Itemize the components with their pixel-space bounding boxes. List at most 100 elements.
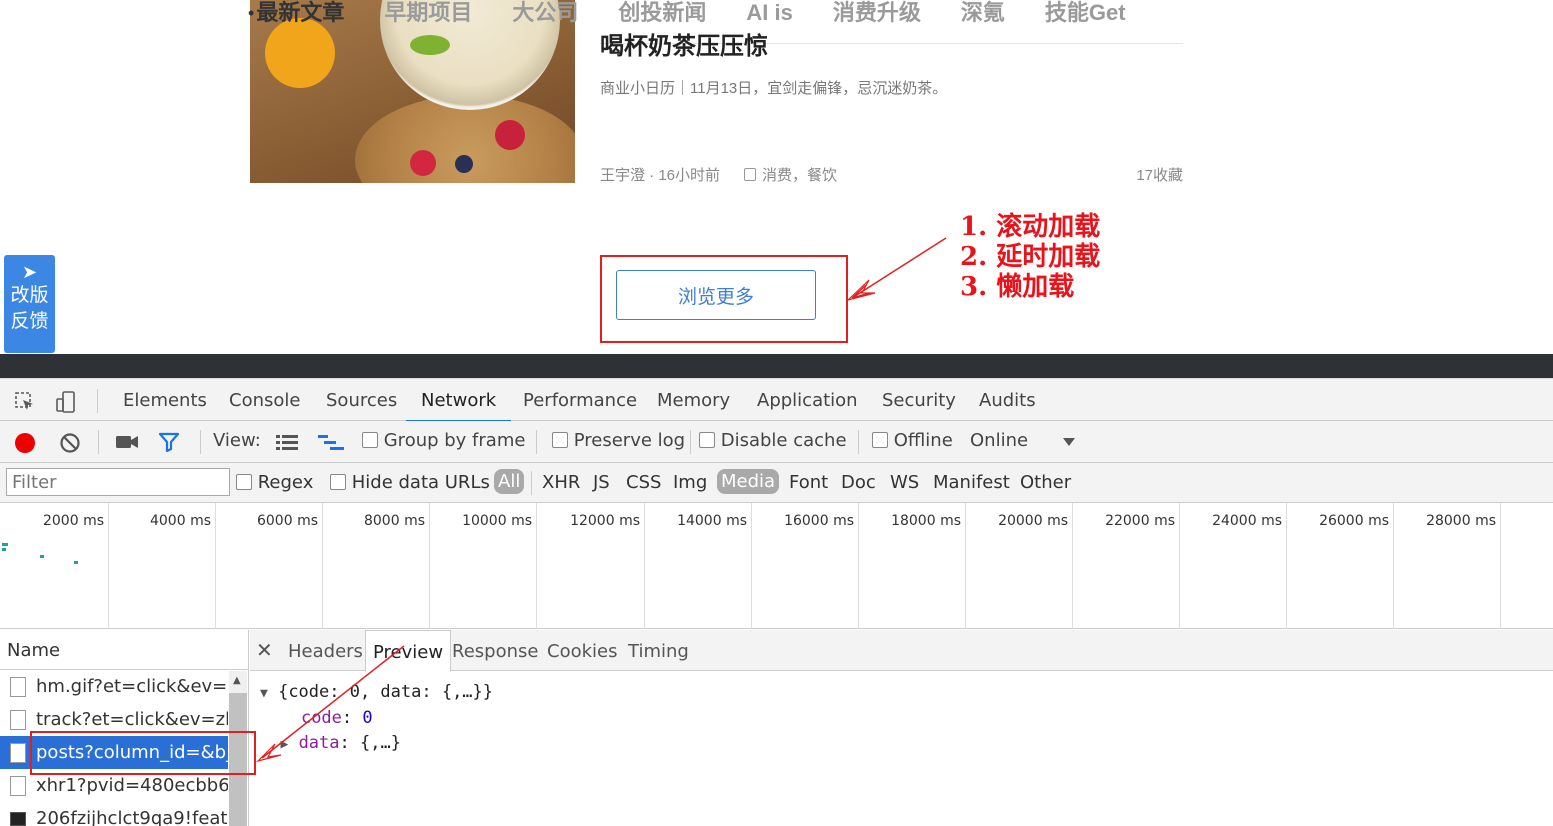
nav-item[interactable]: 技能Get <box>1045 0 1126 26</box>
tag-icon <box>744 168 757 181</box>
timeline-gridline <box>215 503 216 629</box>
device-toolbar-icon[interactable] <box>55 391 77 413</box>
filter-input[interactable] <box>6 468 230 496</box>
request-row[interactable]: hm.gif?et=click&ev=zh <box>0 670 228 703</box>
tab-response[interactable]: Response <box>445 630 545 671</box>
expand-triangle-icon[interactable]: ▼ <box>260 686 268 701</box>
filter-type-ws[interactable]: WS <box>890 472 919 493</box>
web-page: • 最新文章 早期项目 大公司 创投新闻 AI is 消费升级 深氪 技能Get… <box>0 0 1553 354</box>
tab-elements[interactable]: Elements <box>108 379 222 422</box>
nav-item[interactable]: 最新文章 <box>256 0 344 26</box>
timeline-tick-label: 26000 ms <box>1319 513 1389 529</box>
article-summary: 商业小日历｜11月13日，宜剑走偏锋，忌沉迷奶茶。 <box>600 80 948 97</box>
nav-item[interactable]: 早期项目 <box>384 0 472 26</box>
request-bar <box>2 548 6 551</box>
capture-screenshots-icon[interactable] <box>115 434 139 450</box>
tab-cookies[interactable]: Cookies <box>540 630 624 671</box>
nav-item[interactable]: 深氪 <box>961 0 1005 26</box>
filter-type-font[interactable]: Font <box>789 472 828 493</box>
tab-application[interactable]: Application <box>742 379 873 422</box>
tab-security[interactable]: Security <box>867 379 971 422</box>
filter-type-other[interactable]: Other <box>1020 472 1071 493</box>
filter-type-manifest[interactable]: Manifest <box>933 472 1010 493</box>
waterfall-view-icon[interactable] <box>318 434 344 450</box>
filter-type-css[interactable]: CSS <box>626 472 661 493</box>
tab-preview[interactable]: Preview <box>365 630 452 672</box>
json-root[interactable]: {code: 0, data: {,…}} <box>278 682 493 702</box>
article-thumbnail[interactable] <box>250 0 575 183</box>
timeline-gridline <box>644 503 645 629</box>
annotation-line: 2. 延时加载 <box>960 242 1101 272</box>
preserve-log-option[interactable]: Preserve log <box>552 430 685 451</box>
group-by-frame-option[interactable]: Group by frame <box>362 430 525 451</box>
kiwi-shape <box>410 35 450 55</box>
offline-checkbox[interactable] <box>872 432 888 448</box>
nav-bullet-icon: • <box>248 2 255 23</box>
collapse-triangle-icon[interactable]: ▶ <box>280 737 288 752</box>
divider <box>690 430 691 454</box>
filter-type-xhr[interactable]: XHR <box>542 472 580 493</box>
offline-option[interactable]: Offline <box>872 430 953 451</box>
tab-network[interactable]: Network <box>406 379 512 422</box>
tab-memory[interactable]: Memory <box>642 379 745 422</box>
json-value[interactable]: {,…} <box>360 733 401 753</box>
tab-performance[interactable]: Performance <box>508 379 652 422</box>
inspect-element-icon[interactable] <box>14 391 36 413</box>
preserve-log-checkbox[interactable] <box>552 432 568 448</box>
request-row[interactable]: 206fzijhclct9qa9!feature <box>0 802 228 826</box>
network-overview-timeline[interactable]: 2000 ms 4000 ms 6000 ms 8000 ms 10000 ms 1200… <box>0 503 1553 629</box>
article-title[interactable]: 喝杯奶茶压压惊 <box>600 30 768 64</box>
request-detail-panel: ✕ Headers Preview Response Cookies Timin… <box>250 630 1553 826</box>
article-favorites: 17收藏 <box>1136 167 1183 184</box>
annotation-box-request <box>30 731 256 775</box>
filter-icon[interactable] <box>158 432 180 452</box>
hide-data-urls-checkbox[interactable] <box>330 474 346 490</box>
feedback-button[interactable]: ➤ 改版 反馈 <box>4 255 55 353</box>
preserve-log-label: Preserve log <box>573 430 686 451</box>
group-by-frame-checkbox[interactable] <box>362 432 378 448</box>
article-tags[interactable]: 消费，餐饮 <box>762 167 837 184</box>
paper-plane-icon: ➤ <box>21 262 38 282</box>
filter-type-js[interactable]: JS <box>593 472 610 493</box>
blueberry-shape <box>455 155 473 173</box>
chevron-down-icon[interactable] <box>1062 437 1076 447</box>
tab-audits[interactable]: Audits <box>964 379 1051 422</box>
tab-timing[interactable]: Timing <box>621 630 696 671</box>
nav-item[interactable]: 大公司 <box>512 0 578 26</box>
tab-console[interactable]: Console <box>214 379 315 422</box>
annotation-line: 3. 懒加载 <box>960 272 1075 302</box>
close-icon[interactable]: ✕ <box>256 638 273 662</box>
list-view-icon[interactable] <box>276 434 298 450</box>
filter-type-img[interactable]: Img <box>673 472 707 493</box>
timeline-gridline <box>1393 503 1394 629</box>
browse-more-button[interactable]: 浏览更多 <box>616 270 816 320</box>
divider <box>536 430 537 454</box>
berry-shape <box>495 120 525 150</box>
divider <box>858 430 859 454</box>
throttling-select[interactable]: Online <box>970 430 1028 451</box>
name-column-header[interactable]: Name <box>0 630 248 670</box>
nav-item[interactable]: 创投新闻 <box>618 0 706 26</box>
record-button[interactable] <box>15 433 35 453</box>
devtools-resize-bar[interactable] <box>0 354 1553 378</box>
hide-data-urls-label: Hide data URLs <box>351 472 490 493</box>
clear-icon[interactable] <box>59 432 81 454</box>
nav-item[interactable]: AI is <box>746 0 792 26</box>
scroll-up-icon[interactable]: ▲ <box>233 675 241 686</box>
filter-type-media[interactable]: Media <box>717 469 780 494</box>
filter-type-all[interactable]: All <box>494 469 525 494</box>
hide-data-urls-option[interactable]: Hide data URLs <box>330 472 490 493</box>
berry-shape <box>410 150 436 176</box>
disable-cache-option[interactable]: Disable cache <box>699 430 847 451</box>
article-author-time: 王宇澄 · 16小时前 <box>600 167 721 184</box>
tab-headers[interactable]: Headers <box>281 630 370 671</box>
view-label: View: <box>213 430 261 451</box>
filter-type-doc[interactable]: Doc <box>841 472 876 493</box>
tab-sources[interactable]: Sources <box>311 379 412 422</box>
regex-checkbox[interactable] <box>236 474 252 490</box>
regex-option[interactable]: Regex <box>236 472 313 493</box>
disable-cache-checkbox[interactable] <box>699 432 715 448</box>
nav-item[interactable]: 消费升级 <box>833 0 921 26</box>
json-value: 0 <box>362 708 373 728</box>
timeline-tick-label: 12000 ms <box>570 513 640 529</box>
